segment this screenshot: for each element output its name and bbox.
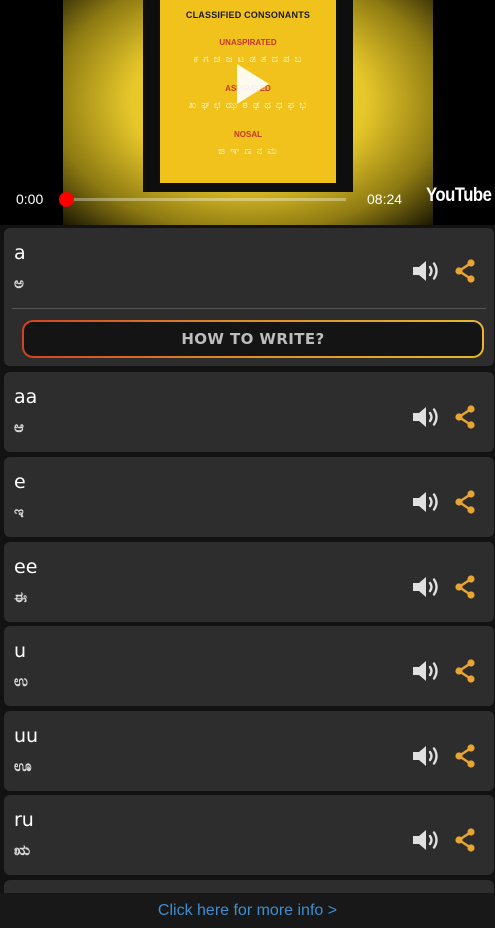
letter-kannada: ಉ xyxy=(14,672,28,690)
letter-kannada: ಋ xyxy=(14,841,30,859)
share-icon[interactable] xyxy=(453,404,477,430)
letter-card-ru: ru ಋ xyxy=(4,795,494,875)
letter-card-aa: aa ಆ xyxy=(4,372,494,452)
poster-heading-unaspirated: UNASPIRATED xyxy=(219,38,277,47)
speaker-icon[interactable] xyxy=(411,404,443,430)
share-icon[interactable] xyxy=(453,827,477,853)
letter-kannada: ಇ xyxy=(14,503,24,521)
letter-kannada: ಊ xyxy=(14,757,32,775)
video-player[interactable]: CLASSIFIED CONSONANTS UNASPIRATED ಕ ಗ ಚ … xyxy=(0,0,495,225)
current-time: 0:00 xyxy=(16,191,44,207)
share-icon[interactable] xyxy=(453,743,477,769)
speaker-icon[interactable] xyxy=(411,658,443,684)
more-info-link[interactable]: Click here for more info > xyxy=(158,902,337,920)
letter-roman: uu xyxy=(14,725,39,747)
play-icon[interactable] xyxy=(237,64,269,104)
letter-card-u: u ಉ xyxy=(4,626,494,706)
letter-roman: a xyxy=(14,242,26,264)
letter-card-ee: ee ಈ xyxy=(4,542,494,622)
letter-card-e: e ಇ xyxy=(4,457,494,537)
share-icon[interactable] xyxy=(453,658,477,684)
letter-kannada: ಆ xyxy=(14,418,24,436)
share-icon[interactable] xyxy=(453,574,477,600)
youtube-logo[interactable]: YouTube xyxy=(426,185,492,207)
letter-roman: e xyxy=(14,471,26,493)
letter-kannada: ಈ xyxy=(14,588,28,606)
duration: 08:24 xyxy=(367,191,403,207)
letter-roman: u xyxy=(14,640,27,662)
share-icon[interactable] xyxy=(453,489,477,515)
letter-roman: ee xyxy=(14,556,38,578)
letter-card-a: a ಅ HOW TO WRITE? xyxy=(4,228,494,366)
letter-kannada: ಅ xyxy=(14,274,24,292)
letter-roman: aa xyxy=(14,386,38,408)
poster-heading-nosal: NOSAL xyxy=(234,130,262,139)
how-to-write-button[interactable]: HOW TO WRITE? xyxy=(22,320,484,358)
poster-title: CLASSIFIED CONSONANTS xyxy=(185,10,311,20)
speaker-icon[interactable] xyxy=(411,827,443,853)
poster-row-nosal: ಙ ಞ ಣ ನ ಮ xyxy=(218,146,278,157)
footer: Click here for more info > xyxy=(0,893,495,928)
speaker-icon[interactable] xyxy=(411,743,443,769)
share-icon[interactable] xyxy=(453,258,477,284)
scrub-handle[interactable] xyxy=(59,192,74,207)
speaker-icon[interactable] xyxy=(411,574,443,600)
speaker-icon[interactable] xyxy=(411,258,443,284)
speaker-icon[interactable] xyxy=(411,489,443,515)
letter-roman: ru xyxy=(14,809,34,831)
progress-bar[interactable] xyxy=(66,198,346,201)
letter-card-uu: uu ಊ xyxy=(4,711,494,791)
divider xyxy=(12,308,486,309)
